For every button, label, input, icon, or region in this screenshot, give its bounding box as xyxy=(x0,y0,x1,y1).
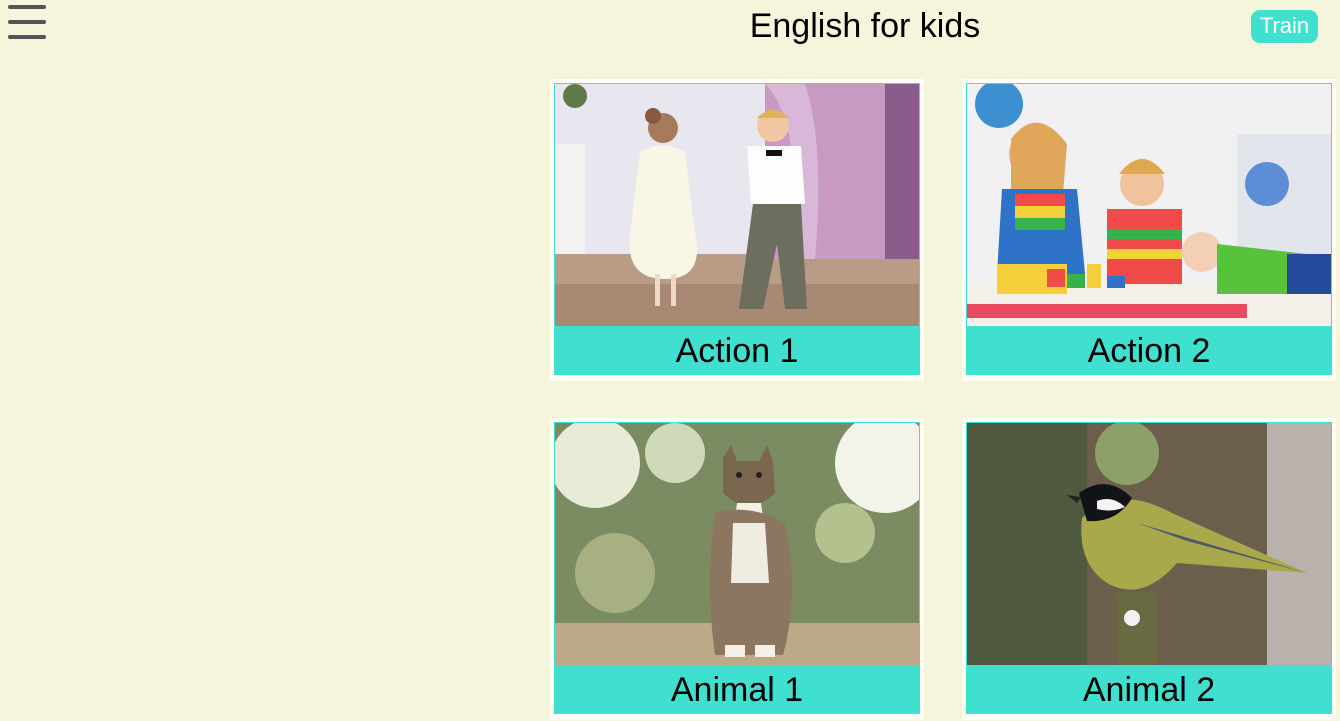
cat-photo xyxy=(554,422,920,666)
menu-bar xyxy=(8,5,46,9)
category-label: Animal 2 xyxy=(966,666,1332,714)
menu-bar xyxy=(8,35,46,39)
category-label: Action 2 xyxy=(966,327,1332,375)
category-label: Action 1 xyxy=(554,327,920,375)
category-card-animal-1[interactable]: Animal 1 xyxy=(550,418,924,720)
bird-photo xyxy=(966,422,1332,666)
page: English for kids Train Action 1 Action 2… xyxy=(0,0,1340,721)
category-card-animal-2[interactable]: Animal 2 xyxy=(962,418,1336,720)
category-card-action-2[interactable]: Action 2 xyxy=(962,79,1336,381)
menu-bar xyxy=(8,20,46,24)
hamburger-menu-icon[interactable] xyxy=(8,4,46,40)
train-mode-button[interactable]: Train xyxy=(1251,10,1318,43)
category-card-action-1[interactable]: Action 1 xyxy=(550,79,924,381)
page-title: English for kids xyxy=(749,7,981,45)
category-label: Animal 1 xyxy=(554,666,920,714)
children-playing-blocks-photo xyxy=(966,83,1332,327)
children-dancing-photo xyxy=(554,83,920,327)
